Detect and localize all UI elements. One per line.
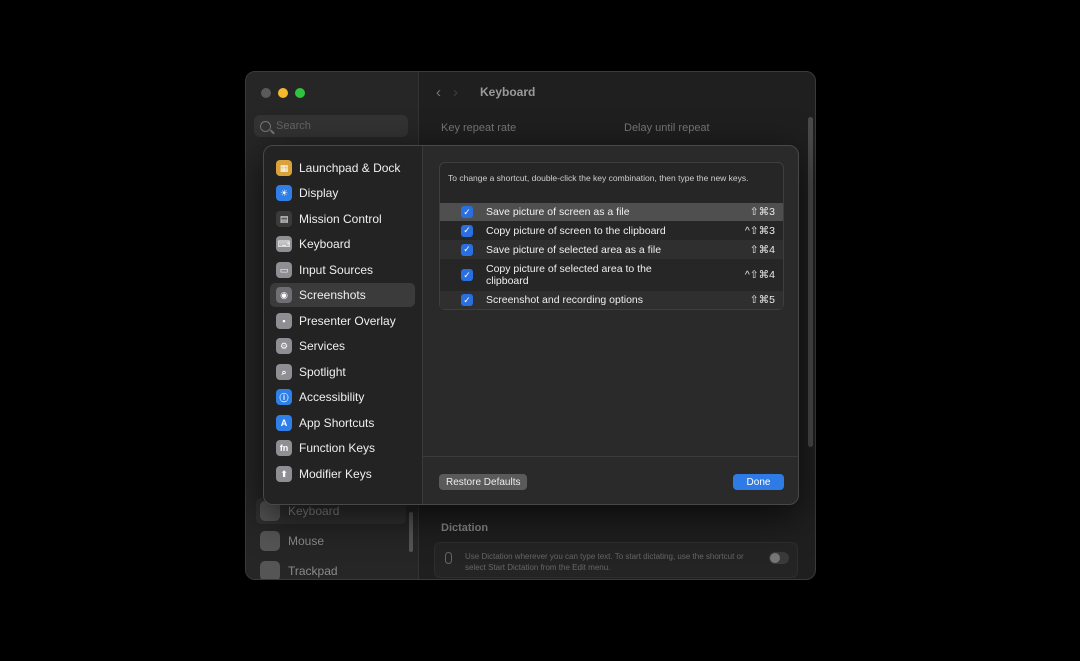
sidebar-scrollbar[interactable] bbox=[409, 512, 413, 552]
restore-defaults-button[interactable]: Restore Defaults bbox=[439, 474, 528, 490]
sidebar-item-label: Keyboard bbox=[288, 504, 340, 518]
shortcut-label: Copy picture of selected area to the cli… bbox=[486, 263, 652, 287]
key-repeat-label: Key repeat rate bbox=[441, 122, 517, 134]
category-label: Keyboard bbox=[299, 237, 351, 251]
shortcut-key-combination[interactable]: ^⇧⌘3 bbox=[745, 225, 775, 237]
presenter-overlay-icon: ▪ bbox=[276, 313, 292, 329]
mission-control-icon: ▤ bbox=[276, 211, 292, 227]
dictation-description: Use Dictation wherever you can type text… bbox=[465, 552, 744, 572]
shortcuts-table: To change a shortcut, double-click the k… bbox=[439, 162, 784, 310]
category-label: Input Sources bbox=[299, 263, 374, 277]
sidebar-item-trackpad[interactable]: Trackpad bbox=[256, 558, 406, 579]
shortcut-label: Copy picture of screen to the clipboard bbox=[486, 224, 666, 237]
shortcut-checkbox[interactable]: ✓ bbox=[461, 243, 473, 256]
shortcut-key-combination[interactable]: ⇧⌘4 bbox=[750, 244, 775, 256]
input-sources-icon: ▭ bbox=[276, 262, 292, 278]
search-placeholder: Search bbox=[276, 120, 311, 132]
category-label: Services bbox=[299, 339, 346, 353]
mouse-icon bbox=[260, 531, 280, 551]
main-scrollbar[interactable] bbox=[808, 117, 813, 447]
trackpad-icon bbox=[260, 561, 280, 579]
modifier-keys-icon: ⬆ bbox=[276, 466, 292, 482]
close-button[interactable] bbox=[261, 88, 271, 98]
category-function-keys[interactable]: fn Function Keys bbox=[270, 436, 415, 460]
app-shortcuts-icon: A bbox=[276, 415, 292, 431]
category-label: Modifier Keys bbox=[299, 467, 372, 481]
category-label: Mission Control bbox=[299, 212, 382, 226]
category-keyboard[interactable]: ⌨ Keyboard bbox=[270, 232, 415, 256]
shortcut-label: Screenshot and recording options bbox=[486, 294, 644, 306]
accessibility-icon: ⓘ bbox=[276, 389, 292, 405]
delay-repeat-label: Delay until repeat bbox=[624, 122, 710, 134]
category-label: Display bbox=[299, 186, 339, 200]
shortcut-row[interactable]: ✓ Copy picture of screen to the clipboard… bbox=[440, 221, 783, 240]
shortcut-row[interactable]: ✓ Copy picture of selected area to the cl… bbox=[440, 259, 783, 291]
category-label: Function Keys bbox=[299, 441, 376, 455]
category-spotlight[interactable]: ⌕ Spotlight bbox=[270, 360, 415, 384]
category-input-sources[interactable]: ▭ Input Sources bbox=[270, 258, 415, 282]
forward-chevron-icon[interactable]: › bbox=[453, 84, 458, 101]
shortcut-checkbox[interactable]: ✓ bbox=[461, 224, 473, 237]
spotlight-icon: ⌕ bbox=[276, 364, 292, 380]
category-mission-control[interactable]: ▤ Mission Control bbox=[270, 207, 415, 231]
function-keys-icon: fn bbox=[276, 440, 292, 456]
screenshot-icon: ◉ bbox=[276, 287, 292, 303]
shortcut-key-combination[interactable]: ^⇧⌘4 bbox=[745, 269, 775, 281]
shortcut-label: Save picture of screen as a file bbox=[486, 206, 630, 218]
sidebar-item-label: Mouse bbox=[288, 534, 325, 548]
category-label: Launchpad & Dock bbox=[299, 161, 401, 175]
category-screenshots[interactable]: ◉ Screenshots bbox=[270, 283, 415, 307]
shortcut-checkbox[interactable]: ✓ bbox=[461, 294, 473, 306]
category-app-shortcuts[interactable]: A App Shortcuts bbox=[270, 411, 415, 435]
search-field[interactable]: Search bbox=[254, 115, 408, 137]
dictation-row: Use Dictation wherever you can type text… bbox=[434, 542, 798, 578]
category-launchpad-dock[interactable]: ▦ Launchpad & Dock bbox=[270, 156, 415, 180]
window-controls bbox=[261, 88, 305, 98]
category-label: Screenshots bbox=[299, 288, 366, 302]
shortcut-checkbox[interactable]: ✓ bbox=[461, 269, 473, 281]
category-services[interactable]: ⚙ Services bbox=[270, 334, 415, 358]
keyboard-icon: ⌨ bbox=[276, 236, 292, 252]
search-icon bbox=[260, 120, 271, 132]
shortcut-instructions: To change a shortcut, double-click the k… bbox=[448, 173, 749, 183]
sheet-footer: Restore Defaults Done bbox=[422, 456, 798, 504]
category-modifier-keys[interactable]: ⬆ Modifier Keys bbox=[270, 462, 415, 486]
category-label: Accessibility bbox=[299, 390, 365, 404]
microphone-icon bbox=[445, 552, 452, 564]
zoom-button[interactable] bbox=[295, 88, 305, 98]
shortcut-row[interactable]: ✓ Screenshot and recording options ⇧⌘5 bbox=[440, 291, 783, 309]
shortcut-row[interactable]: ✓ Save picture of selected area as a file… bbox=[440, 240, 783, 259]
main-header: ‹ › Keyboard bbox=[418, 72, 815, 112]
display-icon: ☀ bbox=[276, 185, 292, 201]
shortcut-category-list: ▦ Launchpad & Dock ☀ Display ▤ Mission Contro… bbox=[264, 146, 423, 504]
category-label: App Shortcuts bbox=[299, 416, 375, 430]
shortcut-row[interactable]: ✓ Save picture of screen as a file ⇧⌘3 bbox=[440, 203, 783, 221]
services-icon: ⚙ bbox=[276, 338, 292, 354]
dictation-toggle[interactable] bbox=[769, 552, 789, 564]
category-presenter-overlay[interactable]: ▪ Presenter Overlay bbox=[270, 309, 415, 333]
back-chevron-icon[interactable]: ‹ bbox=[436, 84, 441, 101]
category-label: Presenter Overlay bbox=[299, 314, 396, 328]
sidebar-item-mouse[interactable]: Mouse bbox=[256, 528, 406, 554]
category-accessibility[interactable]: ⓘ Accessibility bbox=[270, 385, 415, 409]
sidebar-item-label: Trackpad bbox=[288, 564, 338, 578]
dictation-heading: Dictation bbox=[441, 522, 489, 534]
done-button[interactable]: Done bbox=[733, 474, 784, 490]
shortcut-key-combination[interactable]: ⇧⌘5 bbox=[750, 294, 775, 306]
launchpad-icon: ▦ bbox=[276, 160, 292, 176]
category-label: Spotlight bbox=[299, 365, 346, 379]
page-title: Keyboard bbox=[480, 85, 536, 99]
shortcut-checkbox[interactable]: ✓ bbox=[461, 206, 473, 218]
category-display[interactable]: ☀ Display bbox=[270, 181, 415, 205]
shortcut-label: Save picture of selected area as a file bbox=[486, 243, 662, 256]
shortcut-key-combination[interactable]: ⇧⌘3 bbox=[750, 206, 775, 218]
keyboard-shortcuts-sheet: ▦ Launchpad & Dock ☀ Display ▤ Mission Contro… bbox=[263, 145, 799, 505]
minimize-button[interactable] bbox=[278, 88, 288, 98]
